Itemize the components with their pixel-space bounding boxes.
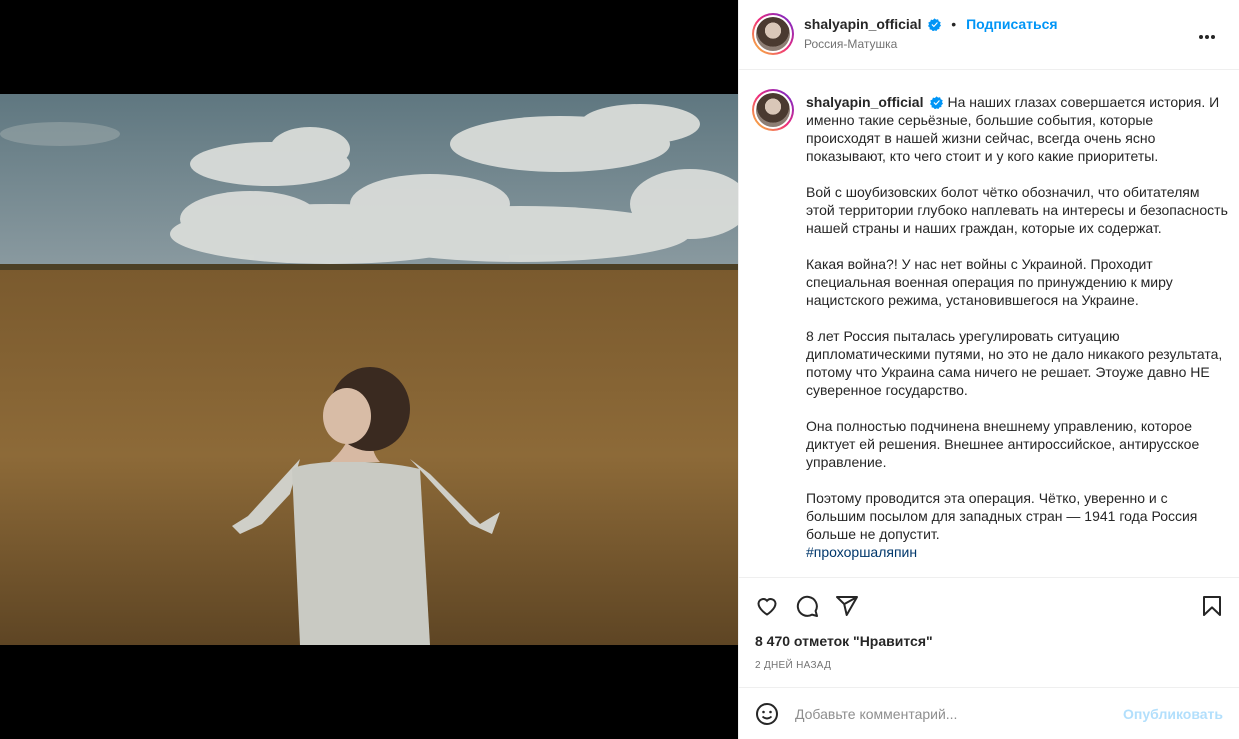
paper-plane-icon[interactable] [835,594,859,618]
caption-paragraph: Какая война?! У нас нет войны с Украиной… [806,256,1173,308]
bookmark-icon[interactable] [1200,594,1224,618]
verified-badge-icon [928,18,942,31]
photo-field-man-arms-open [0,94,738,645]
likes-count[interactable]: 8 470 отметок "Нравится" [755,633,933,649]
caption-paragraph: Поэтому проводится эта операция. Чётко, … [806,490,1198,542]
post-photo[interactable] [0,94,738,645]
caption-paragraph: shalyapin_official На наших глазах соверш… [806,93,1230,165]
caption-paragraph: 8 лет Россия пыталась урегулировать ситу… [806,328,1223,398]
avatar-image [756,93,790,127]
caption-avatar[interactable] [752,89,794,131]
post-timestamp[interactable]: 2 ДНЕЙ НАЗАД [755,660,831,671]
header-username[interactable]: shalyapin_official [804,16,921,32]
comment-icon[interactable] [795,594,819,618]
comments-area[interactable]: shalyapin_official На наших глазах соверш… [739,71,1239,576]
caption-paragraph: Она полностью подчинена внешнему управле… [806,418,1200,470]
add-comment-bar: Опубликовать [739,687,1239,739]
post-header: shalyapin_official • Подписаться Россия-… [739,0,1239,70]
hashtag-link[interactable]: #прохоршаляпин [806,544,917,560]
verified-badge-icon [930,96,944,109]
comment-input[interactable] [795,702,1115,726]
caption-paragraph: Вой с шоубизовских болот чётко обозначил… [806,184,1228,236]
avatar-image [756,17,790,51]
separator-dot: • [951,16,957,32]
heart-icon[interactable] [755,594,779,618]
more-dots-icon[interactable] [1199,26,1219,42]
caption-username[interactable]: shalyapin_official [806,94,923,110]
post-side-panel: shalyapin_official • Подписаться Россия-… [738,0,1239,739]
publish-button[interactable]: Опубликовать [1123,706,1223,722]
post-media [0,0,738,739]
post-caption: shalyapin_official На наших глазах соверш… [806,93,1230,561]
follow-button[interactable]: Подписаться [966,16,1058,32]
post-location[interactable]: Россия-Матушка [804,37,897,51]
header-user-block: shalyapin_official • Подписаться [804,16,1058,32]
emoji-icon[interactable] [755,702,779,726]
avatar[interactable] [752,13,794,55]
post-actions: 8 470 отметок "Нравится" 2 ДНЕЙ НАЗАД [739,577,1239,687]
